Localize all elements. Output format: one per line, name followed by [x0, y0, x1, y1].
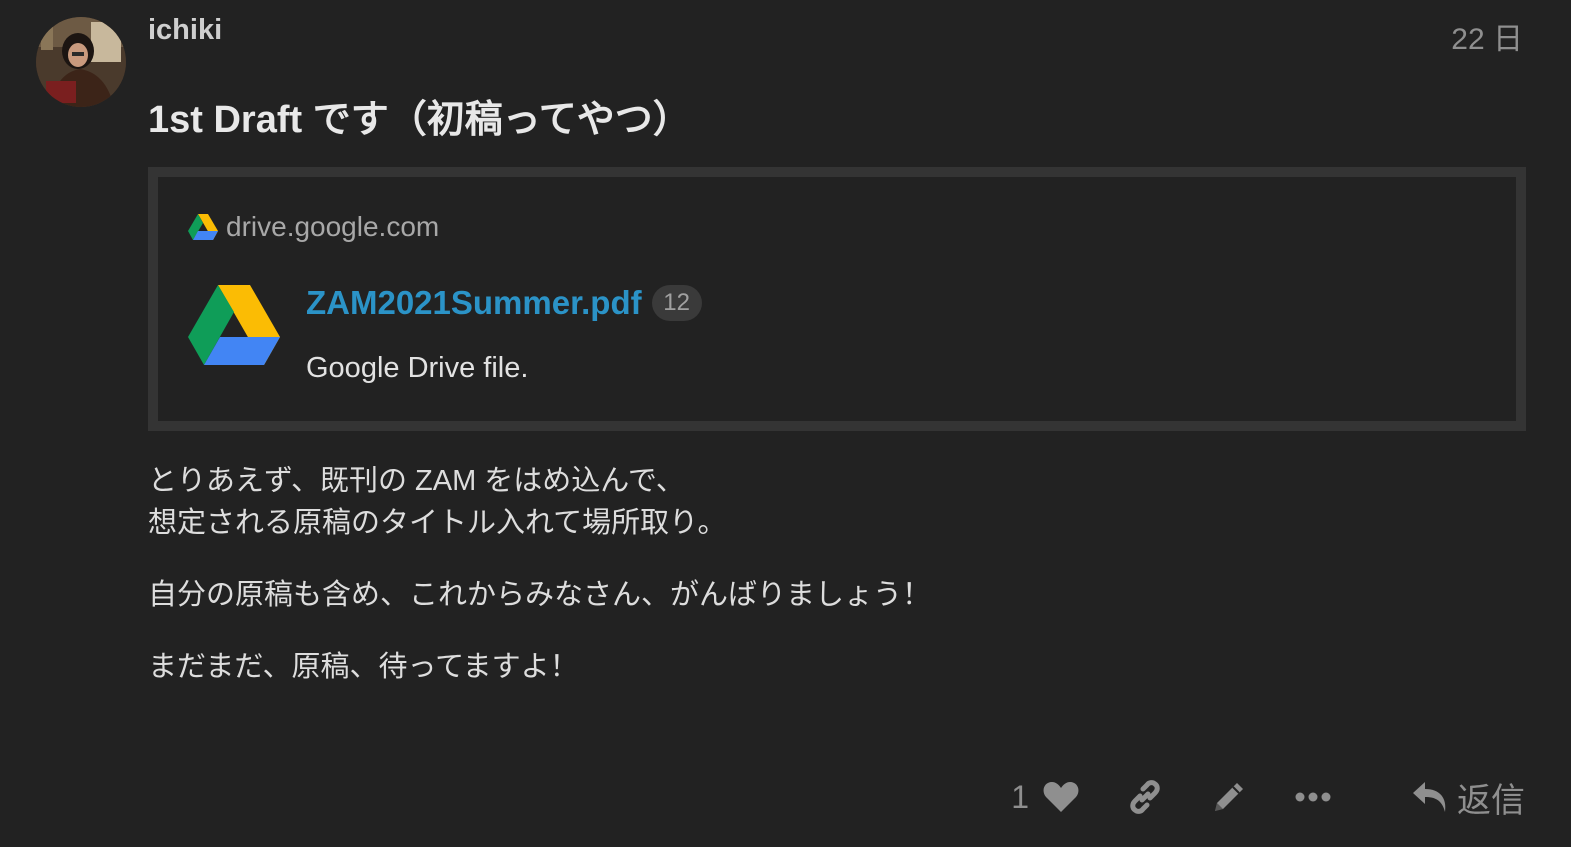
google-drive-icon [188, 214, 218, 240]
post-line: とりあえず、既刊の ZAM をはめ込んで、 [148, 465, 685, 497]
onebox-source-domain: drive.google.com [226, 211, 440, 242]
more-options-button[interactable] [1295, 791, 1331, 803]
copy-link-button[interactable] [1127, 779, 1163, 815]
reply-label: 返信 [1457, 781, 1525, 820]
post-paragraph-3: まだまだ、原稿、待ってますよ！ [148, 651, 579, 683]
google-drive-logo-icon [188, 285, 280, 372]
pencil-icon [1215, 783, 1243, 811]
link-icon [1130, 780, 1160, 814]
link-preview-onebox: drive.google.com ZAM2021Summer.pdf 12 Go… [148, 167, 1526, 431]
post-paragraph-2: 自分の原稿も含め、これからみなさん、がんばりましょう！ [148, 579, 932, 611]
like-button[interactable]: 1 [1011, 779, 1079, 816]
onebox-file-row: ZAM2021Summer.pdf 12 [306, 284, 702, 322]
file-link[interactable]: ZAM2021Summer.pdf [306, 284, 642, 322]
post-line: 想定される原稿のタイトル入れて場所取り。 [148, 507, 727, 539]
avatar-photo [36, 17, 126, 107]
ellipsis-icon [1295, 792, 1331, 802]
post-actions: 1 返信 [1011, 772, 1525, 822]
click-count-badge: 12 [651, 285, 702, 321]
reply-arrow-icon [1413, 782, 1446, 812]
forum-post: ichiki 22 日 1st Draft です（初稿ってやつ） drive.g… [0, 0, 1571, 847]
reply-button[interactable]: 返信 [1411, 773, 1525, 822]
post-body: とりあえず、既刊の ZAM をはめ込んで、 想定される原稿のタイトル入れて場所取… [148, 460, 1448, 718]
post-date[interactable]: 22 日 [1451, 14, 1523, 58]
like-count: 1 [1011, 778, 1029, 815]
onebox-description: Google Drive file. [306, 352, 529, 384]
onebox-source-link[interactable]: drive.google.com [188, 211, 439, 243]
edit-button[interactable] [1211, 779, 1247, 815]
post-paragraph-1: とりあえず、既刊の ZAM をはめ込んで、 想定される原稿のタイトル入れて場所取… [148, 460, 1448, 544]
username[interactable]: ichiki [148, 14, 222, 47]
avatar[interactable] [36, 17, 126, 107]
heart-icon [1043, 782, 1079, 812]
post-title: 1st Draft です（初稿ってやつ） [148, 99, 691, 141]
